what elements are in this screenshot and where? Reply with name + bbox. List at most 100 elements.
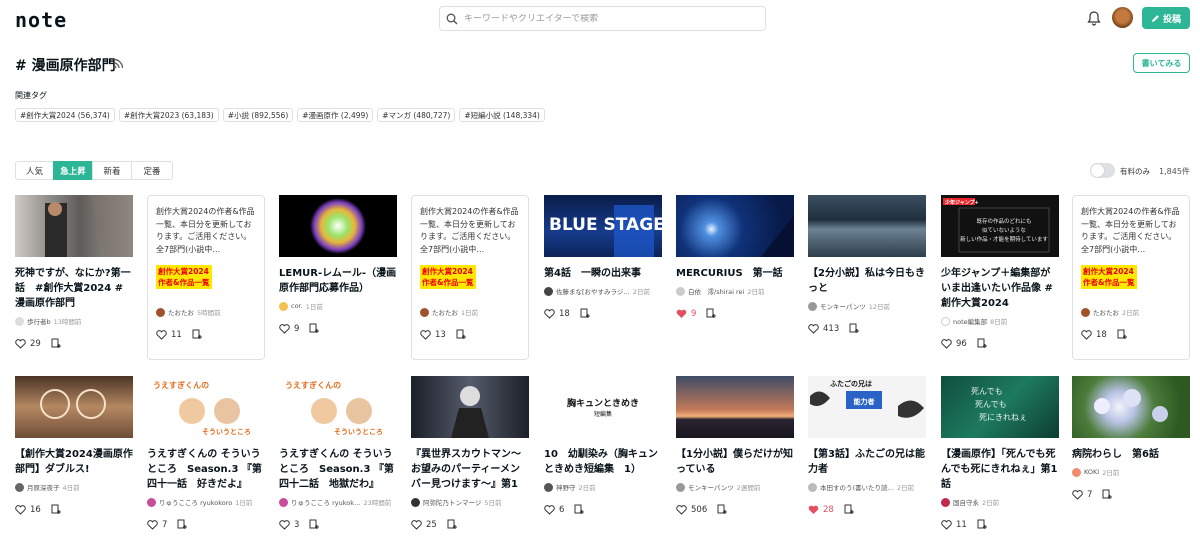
author[interactable]: たおたお 5時間前	[156, 307, 264, 317]
card-title[interactable]: 【1分小説】僕らだけが知っている	[676, 447, 794, 477]
heart-icon[interactable]	[147, 519, 158, 530]
article-card[interactable]: 死神ですが、なにか?第一話 #創作大賞2024 #漫画原作部門 歩行者b 13時間…	[15, 195, 133, 360]
article-card[interactable]: 【1分小説】僕らだけが知っている モンキーパンツ 2週間前 506	[676, 376, 794, 541]
paid-only-toggle[interactable]	[1090, 163, 1115, 178]
thumbnail[interactable]: 胸キュンときめき 短編集	[544, 376, 662, 438]
heart-icon[interactable]	[1081, 329, 1092, 340]
thumbnail[interactable]	[676, 376, 794, 438]
tag-chip[interactable]: #小説 (892,556)	[222, 108, 294, 122]
magazine-add-icon[interactable]	[717, 504, 728, 515]
tab-popular[interactable]: 人気	[15, 161, 54, 180]
magazine-add-icon[interactable]	[177, 519, 188, 530]
author[interactable]: 佐藤まな[おやすみラジ… 2日前	[544, 286, 662, 296]
promo-thumbnail[interactable]: 創作大賞2024の作者&作品一覧、本日分を更新しております。ご活用ください。全7…	[148, 196, 264, 303]
heart-icon[interactable]	[15, 338, 26, 349]
author[interactable]: note編集部 8日前	[941, 316, 1059, 326]
magazine-add-icon[interactable]	[844, 504, 855, 515]
card-title[interactable]: 10 幼馴染み（胸キュンときめき短編集 1）	[544, 447, 662, 477]
magazine-add-icon[interactable]	[192, 329, 203, 340]
article-card[interactable]: 胸キュンときめき 短編集 10 幼馴染み（胸キュンときめき短編集 1） 神野守 2日…	[544, 376, 662, 541]
article-card[interactable]: 創作大賞2024の作者&作品一覧、本日分を更新しております。ご活用ください。全7…	[1072, 195, 1190, 360]
heart-filled-icon[interactable]	[676, 309, 687, 319]
thumbnail[interactable]	[15, 376, 133, 438]
user-avatar[interactable]	[1112, 7, 1133, 28]
note-logo[interactable]: note	[15, 8, 67, 32]
article-card[interactable]: 死んでも 死んでも 死にきれねぇ 【漫画原作】「死んでも死んでも死にきれねぇ」第1話…	[941, 376, 1059, 541]
author[interactable]: 国自守永 2日前	[941, 497, 1059, 507]
card-title[interactable]: 【創作大賞2024漫画原作部門】ダブルス!	[15, 447, 133, 477]
author[interactable]: 神野守 2日前	[544, 482, 662, 492]
card-title[interactable]: 死神ですが、なにか?第一話 #創作大賞2024 #漫画原作部門	[15, 266, 133, 311]
article-card[interactable]: 【創作大賞2024漫画原作部門】ダブルス! 月原深夜子 4日前 16	[15, 376, 133, 541]
thumbnail[interactable]	[15, 195, 133, 257]
search-box[interactable]	[439, 6, 766, 31]
article-card[interactable]: LEMUR-レムール-（漫画原作部門応募作品） cor. 1日前 9	[279, 195, 397, 360]
post-button[interactable]: 投稿	[1142, 7, 1190, 29]
article-card[interactable]: BLUE STAGE 第4話 一瞬の出来事 佐藤まな[おやすみラジ… 2日前 18	[544, 195, 662, 360]
magazine-add-icon[interactable]	[51, 338, 62, 349]
card-title[interactable]: 【第3話】ふたごの兄は能力者	[808, 447, 926, 477]
author[interactable]: 阿弥陀乃トンマージ 5日前	[411, 497, 529, 507]
magazine-add-icon[interactable]	[977, 519, 988, 530]
heart-icon[interactable]	[1072, 489, 1083, 500]
author[interactable]: 歩行者b 13時間前	[15, 316, 133, 326]
author[interactable]: 白依 澪/shirai rei 2日前	[676, 286, 794, 296]
card-title[interactable]: 【2分小説】私は今日もきっと	[808, 266, 926, 296]
card-title[interactable]: MERCURIUS 第一話	[676, 266, 794, 281]
author[interactable]: 本田すのう(書いたり読… 2日前	[808, 482, 926, 492]
magazine-add-icon[interactable]	[574, 504, 585, 515]
heart-icon[interactable]	[544, 308, 555, 319]
magazine-add-icon[interactable]	[447, 519, 458, 530]
author[interactable]: cor. 1日前	[279, 301, 397, 311]
tag-chip[interactable]: #創作大賞2023 (63,183)	[118, 108, 219, 122]
rss-icon[interactable]	[113, 58, 124, 69]
heart-icon[interactable]	[279, 519, 290, 530]
magazine-add-icon[interactable]	[849, 323, 860, 334]
magazine-add-icon[interactable]	[977, 338, 988, 349]
thumbnail[interactable]: BLUE STAGE	[544, 195, 662, 257]
card-title[interactable]: うえすぎくんの そういうところ Season.3 『第四十一話 好きだよ』	[147, 447, 265, 492]
search-input[interactable]	[464, 13, 754, 24]
magazine-add-icon[interactable]	[580, 308, 591, 319]
author[interactable]: 月原深夜子 4日前	[15, 482, 133, 492]
article-card[interactable]: うえすぎくんの そういうところ うえすぎくんの そういうところ Season.3 …	[279, 376, 397, 541]
heart-icon[interactable]	[941, 338, 952, 349]
card-title[interactable]: 第4話 一瞬の出来事	[544, 266, 662, 281]
magazine-add-icon[interactable]	[1117, 329, 1128, 340]
promo-thumbnail[interactable]: 創作大賞2024の作者&作品一覧、本日分を更新しております。ご活用ください。全7…	[1073, 196, 1189, 303]
thumbnail[interactable]: 死んでも 死んでも 死にきれねぇ	[941, 376, 1059, 438]
thumbnail[interactable]: 少年ジャンプ+ 既存の作品のどれにも 似ていないような 新しい作品・才能を期待していま…	[941, 195, 1059, 257]
card-title[interactable]: 少年ジャンプ＋編集部がいま出逢いたい作品像 #創作大賞2024	[941, 266, 1059, 311]
tab-classic[interactable]: 定番	[131, 161, 173, 180]
heart-filled-icon[interactable]	[808, 505, 819, 515]
magazine-add-icon[interactable]	[51, 504, 62, 515]
thumbnail[interactable]	[808, 195, 926, 257]
author[interactable]: りゅうこころ ryukok… 23時間前	[279, 497, 397, 507]
article-card[interactable]: MERCURIUS 第一話 白依 澪/shirai rei 2日前 9	[676, 195, 794, 360]
heart-icon[interactable]	[411, 519, 422, 530]
author[interactable]: KOKI 2日前	[1072, 467, 1190, 477]
heart-icon[interactable]	[420, 329, 431, 340]
article-card[interactable]: 創作大賞2024の作者&作品一覧、本日分を更新しております。ご活用ください。全7…	[411, 195, 529, 360]
heart-icon[interactable]	[156, 329, 167, 340]
tag-chip[interactable]: #短編小説 (148,334)	[459, 108, 545, 122]
article-card[interactable]: 創作大賞2024の作者&作品一覧、本日分を更新しております。ご活用ください。全7…	[147, 195, 265, 360]
card-title[interactable]: LEMUR-レムール-（漫画原作部門応募作品）	[279, 266, 397, 296]
write-button[interactable]: 書いてみる	[1133, 53, 1190, 73]
tag-chip[interactable]: #創作大賞2024 (56,374)	[15, 108, 115, 122]
magazine-add-icon[interactable]	[706, 308, 717, 319]
author[interactable]: モンキーパンツ 2週間前	[676, 482, 794, 492]
author[interactable]: たおたお 1日前	[420, 307, 528, 317]
thumbnail[interactable]: うえすぎくんの そういうところ	[279, 376, 397, 438]
thumbnail[interactable]	[411, 376, 529, 438]
tag-chip[interactable]: #マンガ (480,727)	[377, 108, 456, 122]
article-card[interactable]: 【2分小説】私は今日もきっと モンキーパンツ 12日前 413	[808, 195, 926, 360]
magazine-add-icon[interactable]	[309, 519, 320, 530]
article-card[interactable]: ふたごの兄は 能力者 【第3話】ふたごの兄は能力者 本田すのう(書いたり読… 2日前…	[808, 376, 926, 541]
thumbnail[interactable]	[279, 195, 397, 257]
magazine-add-icon[interactable]	[1102, 489, 1113, 500]
card-title[interactable]: 『異世界スカウトマン〜お望みのパーティーメンバー見つけます〜』第1話…	[411, 447, 529, 492]
heart-icon[interactable]	[544, 504, 555, 515]
card-title[interactable]: 病院わらし 第6話	[1072, 447, 1190, 462]
card-title[interactable]: 【漫画原作】「死んでも死んでも死にきれねぇ」第1話	[941, 447, 1059, 492]
